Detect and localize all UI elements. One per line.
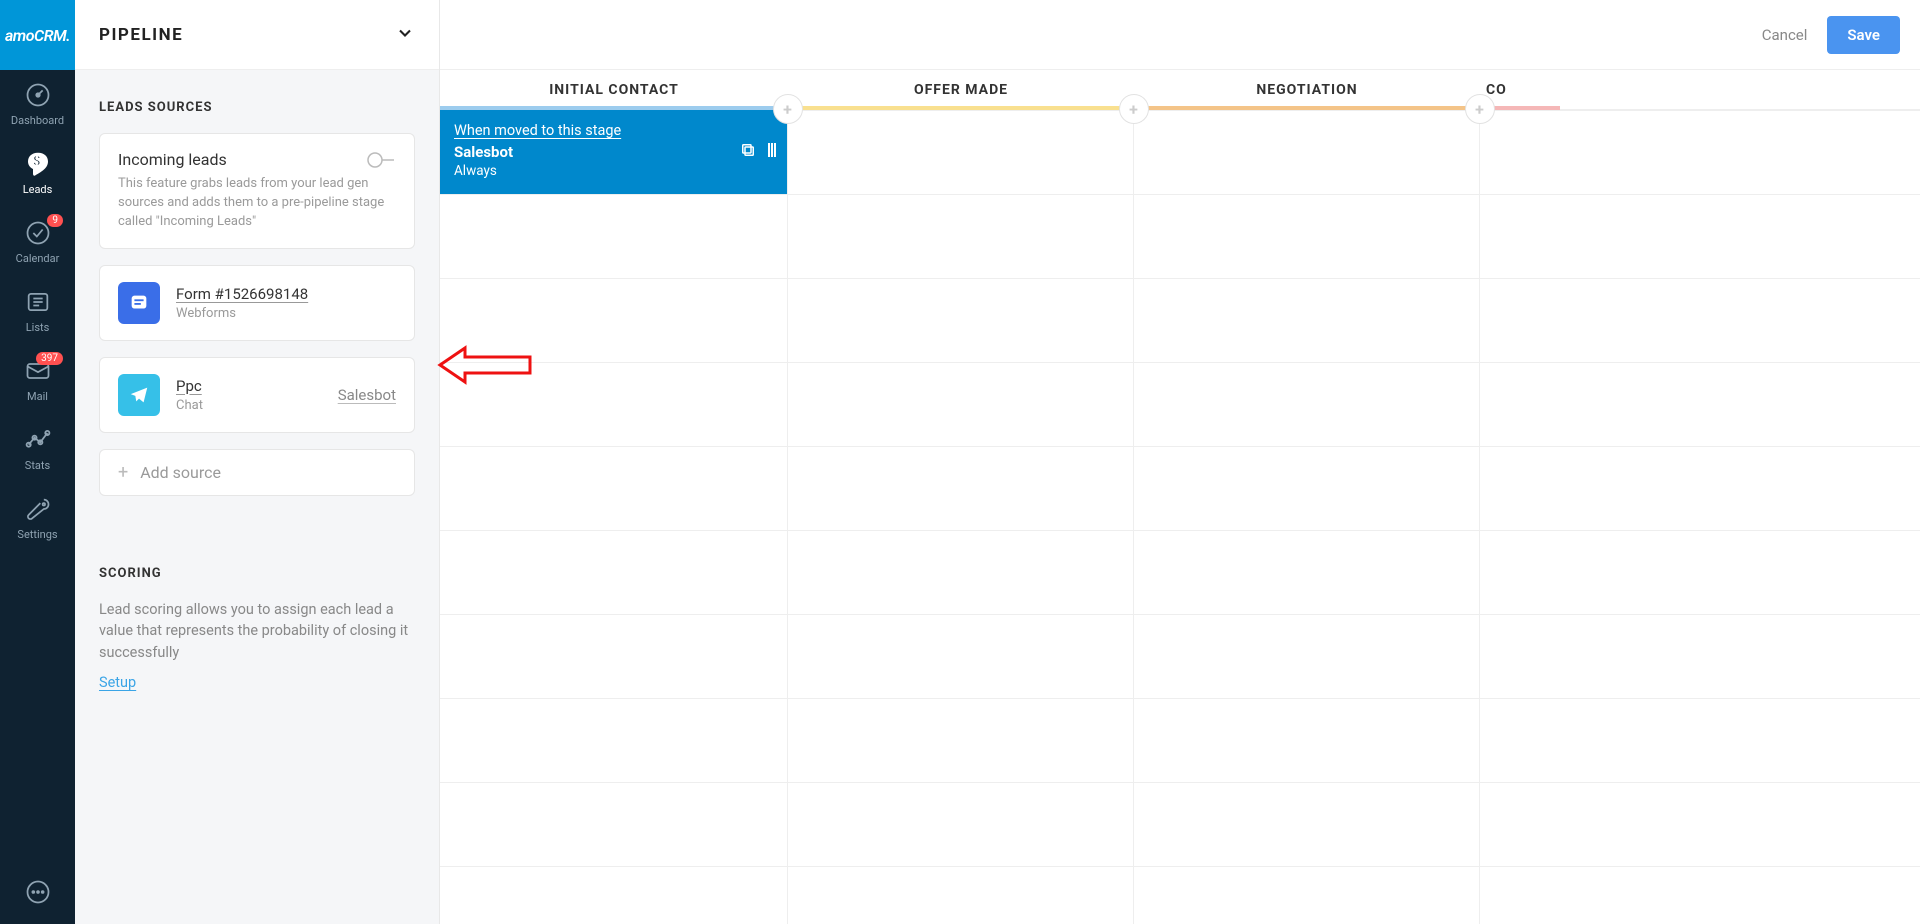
stage-label: NEGOTIATION xyxy=(1256,82,1357,98)
gauge-icon xyxy=(20,80,56,110)
copy-icon[interactable] xyxy=(739,141,757,163)
trigger-frequency: Always xyxy=(454,163,773,179)
logo[interactable]: amoCRM. xyxy=(0,0,75,70)
stage-label: CO xyxy=(1486,82,1507,98)
nav-chat[interactable] xyxy=(0,860,75,924)
chevron-down-icon xyxy=(395,23,415,47)
nav-settings[interactable]: Settings xyxy=(0,484,75,553)
nav-label: Leads xyxy=(23,183,53,196)
cancel-button[interactable]: Cancel xyxy=(1762,26,1808,44)
top-actions: Cancel Save xyxy=(440,0,1920,70)
nav-label: Dashboard xyxy=(11,114,64,127)
source-card-ppc[interactable]: Ppc Chat Salesbot xyxy=(99,357,415,433)
source-title[interactable]: Ppc xyxy=(176,377,322,395)
source-card-form[interactable]: Form #1526698148 Webforms xyxy=(99,265,415,341)
list-icon xyxy=(20,287,56,317)
badge: 9 xyxy=(47,214,63,227)
badge: 397 xyxy=(36,352,63,365)
stage-offer-made[interactable]: OFFER MADE + xyxy=(788,70,1134,109)
incoming-leads-desc: This feature grabs leads from your lead … xyxy=(118,175,396,232)
trigger-title: Salesbot xyxy=(454,143,773,161)
nav-dashboard[interactable]: Dashboard xyxy=(0,70,75,139)
nav-lists[interactable]: Lists xyxy=(0,277,75,346)
nav-label: Calendar xyxy=(16,252,60,265)
source-salesbot-link[interactable]: Salesbot xyxy=(338,386,396,404)
source-sub: Chat xyxy=(176,398,322,413)
plus-icon: + xyxy=(118,462,128,483)
scoring-desc: Lead scoring allows you to assign each l… xyxy=(99,599,415,664)
stage-label: OFFER MADE xyxy=(914,82,1008,98)
main-nav: amoCRM. Dashboard $ Leads 9 Calendar Lis… xyxy=(0,0,75,924)
nav-calendar[interactable]: 9 Calendar xyxy=(0,208,75,277)
incoming-leads-title: Incoming leads xyxy=(118,150,227,169)
nav-label: Lists xyxy=(26,321,50,334)
nav-label: Mail xyxy=(27,390,48,403)
svg-text:$: $ xyxy=(32,152,40,169)
incoming-leads-toggle[interactable] xyxy=(366,151,396,169)
drag-handle-icon[interactable] xyxy=(767,141,777,163)
wrench-icon xyxy=(20,494,56,524)
nav-label: Settings xyxy=(17,528,57,541)
telegram-icon xyxy=(118,374,160,416)
pipeline-grid: When moved to this stage Salesbot Always xyxy=(440,110,1920,924)
main-area: Cancel Save INITIAL CONTACT + OFFER MADE… xyxy=(440,0,1920,924)
leads-sources-title: LEADS SOURCES xyxy=(99,100,415,115)
pipeline-title: PIPELINE xyxy=(99,25,395,45)
webform-icon xyxy=(118,282,160,324)
scoring-setup-link[interactable]: Setup xyxy=(99,674,415,691)
stage-header: INITIAL CONTACT + OFFER MADE + NEGOTIATI… xyxy=(440,70,1920,110)
chat-icon xyxy=(24,878,52,906)
scoring-title: SCORING xyxy=(99,566,415,581)
nav-leads[interactable]: $ Leads xyxy=(0,139,75,208)
add-source-button[interactable]: + Add source xyxy=(99,449,415,496)
trigger-card[interactable]: When moved to this stage Salesbot Always xyxy=(440,110,787,194)
source-title[interactable]: Form #1526698148 xyxy=(176,285,396,303)
pipeline-header[interactable]: PIPELINE xyxy=(75,0,439,70)
add-source-label: Add source xyxy=(140,463,221,482)
logo-text: amoCRM. xyxy=(5,26,70,45)
add-trigger-button[interactable]: + xyxy=(1119,94,1149,124)
add-trigger-button[interactable]: + xyxy=(1465,94,1495,124)
left-panel: PIPELINE LEADS SOURCES Incoming leads Th… xyxy=(75,0,440,924)
nav-label: Stats xyxy=(25,459,50,472)
source-sub: Webforms xyxy=(176,306,396,321)
trigger-condition[interactable]: When moved to this stage xyxy=(454,122,773,139)
stats-icon xyxy=(20,425,56,455)
incoming-leads-card: Incoming leads This feature grabs leads … xyxy=(99,133,415,249)
stage-label: INITIAL CONTACT xyxy=(549,82,679,98)
stage-negotiation[interactable]: NEGOTIATION + xyxy=(1134,70,1480,109)
stage-initial-contact[interactable]: INITIAL CONTACT + xyxy=(440,70,788,109)
nav-mail[interactable]: 397 Mail xyxy=(0,346,75,415)
leads-icon: $ xyxy=(20,149,56,179)
add-trigger-button[interactable]: + xyxy=(773,94,803,124)
nav-stats[interactable]: Stats xyxy=(0,415,75,484)
save-button[interactable]: Save xyxy=(1827,16,1900,54)
